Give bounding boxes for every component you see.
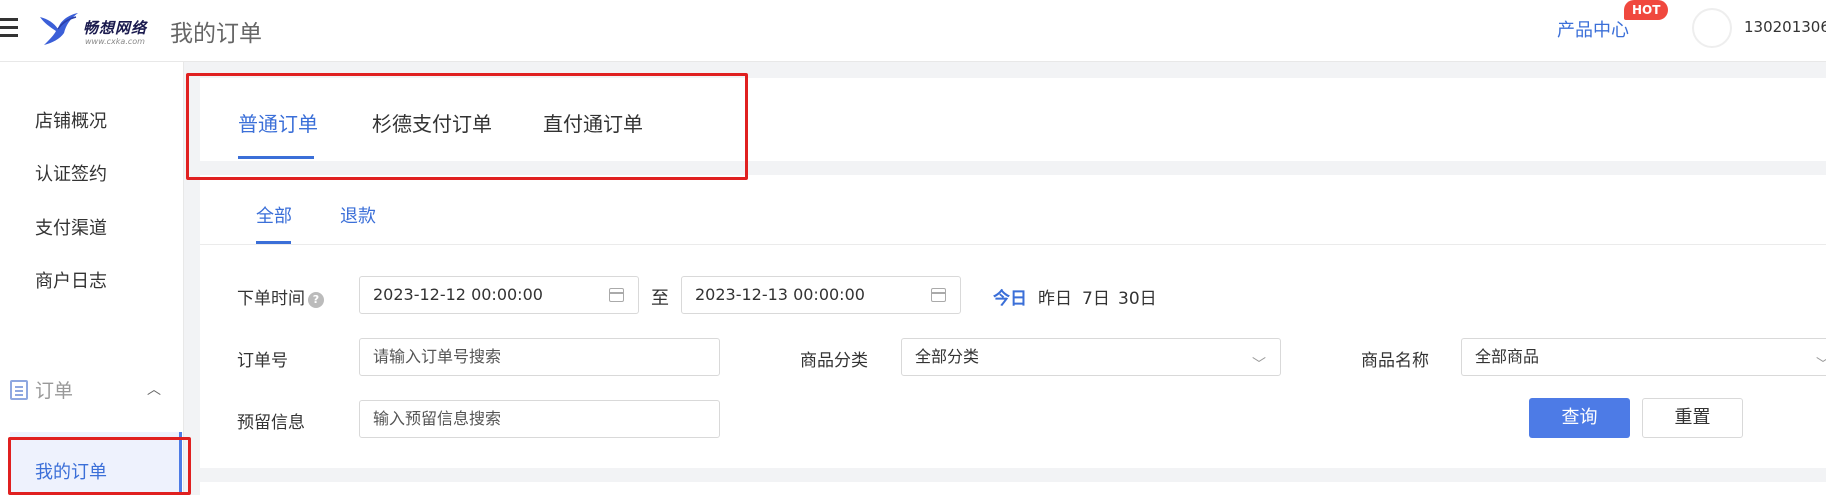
divider: [200, 244, 1826, 245]
top-header: 畅想网络 www.cxka.com 我的订单 产品中心 HOT 13020130…: [0, 0, 1826, 62]
bird-logo-icon: [40, 13, 78, 45]
brand-logo[interactable]: 畅想网络 www.cxka.com: [38, 9, 158, 49]
active-tab-indicator: [238, 156, 314, 159]
sidebar-item-merchant-log[interactable]: 商户日志: [35, 267, 107, 293]
chevron-up-icon: ︿: [147, 382, 161, 398]
order-no-label: 订单号: [237, 351, 288, 371]
category-label: 商品分类: [800, 351, 868, 371]
avatar[interactable]: [1692, 8, 1732, 48]
end-time-input[interactable]: 2023-12-13 00:00:00: [681, 276, 961, 314]
reserved-info-input[interactable]: 输入预留信息搜索: [359, 400, 720, 438]
tab-sand-pay-orders[interactable]: 杉德支付订单: [372, 108, 492, 137]
quick-date-30days[interactable]: 30日: [1118, 284, 1157, 309]
tab-direct-pay-orders[interactable]: 直付通订单: [543, 108, 643, 137]
to-label: 至: [651, 288, 669, 309]
product-name-select[interactable]: 全部商品 ﹀: [1461, 338, 1826, 376]
sidebar-item-certification[interactable]: 认证签约: [35, 160, 107, 186]
sidebar-group-label: 订单: [35, 380, 74, 402]
results-panel: [200, 482, 1826, 495]
order-no-input[interactable]: 请输入订单号搜索: [359, 338, 720, 376]
tab-normal-orders[interactable]: 普通订单: [238, 108, 318, 137]
quick-date-yesterday[interactable]: 昨日: [1038, 284, 1072, 309]
logo-name: 畅想网络: [83, 19, 148, 37]
sidebar-item-payment-channel[interactable]: 支付渠道: [35, 214, 107, 240]
product-center-link[interactable]: 产品中心: [1557, 16, 1629, 42]
reset-button[interactable]: 重置: [1642, 398, 1743, 438]
document-icon: [10, 380, 28, 400]
calendar-icon: [931, 288, 946, 302]
logo-url: www.cxka.com: [85, 37, 145, 46]
order-type-tabs: 普通订单 杉德支付订单 直付通订单: [200, 78, 1826, 161]
category-select[interactable]: 全部分类 ﹀: [901, 338, 1281, 376]
sidebar-item-label: 我的订单: [35, 462, 107, 483]
help-icon[interactable]: ?: [308, 292, 324, 308]
product-name-label: 商品名称: [1361, 351, 1429, 371]
sidebar: 店铺概况 认证签约 支付渠道 商户日志 订单 ︿: [0, 62, 184, 495]
quick-date-7days[interactable]: 7日: [1082, 284, 1110, 309]
reserved-info-label: 预留信息: [237, 413, 305, 433]
chevron-down-icon: ﹀: [1252, 357, 1266, 373]
page-title: 我的订单: [170, 21, 262, 47]
sidebar-item-store-overview[interactable]: 店铺概况: [35, 107, 107, 133]
calendar-icon: [609, 288, 624, 302]
subtab-all[interactable]: 全部: [256, 202, 292, 228]
order-time-label: 下单时间?: [237, 284, 324, 309]
search-button[interactable]: 查询: [1529, 398, 1630, 438]
sidebar-item-my-orders[interactable]: 我的订单: [10, 432, 182, 492]
subtab-refund[interactable]: 退款: [340, 202, 376, 228]
hot-badge: HOT: [1624, 0, 1669, 20]
sidebar-group-orders[interactable]: 订单 ︿: [10, 375, 161, 405]
start-time-input[interactable]: 2023-12-12 00:00:00: [359, 276, 639, 314]
filter-panel: 全部 退款 下单时间? 2023-12-12 00:00:00 至 2023-1…: [200, 175, 1826, 468]
hamburger-menu-icon[interactable]: [0, 18, 18, 38]
chevron-down-icon: ﹀: [1816, 347, 1826, 383]
quick-date-today[interactable]: 今日: [993, 284, 1027, 309]
username[interactable]: 13020130652: [1744, 18, 1826, 36]
